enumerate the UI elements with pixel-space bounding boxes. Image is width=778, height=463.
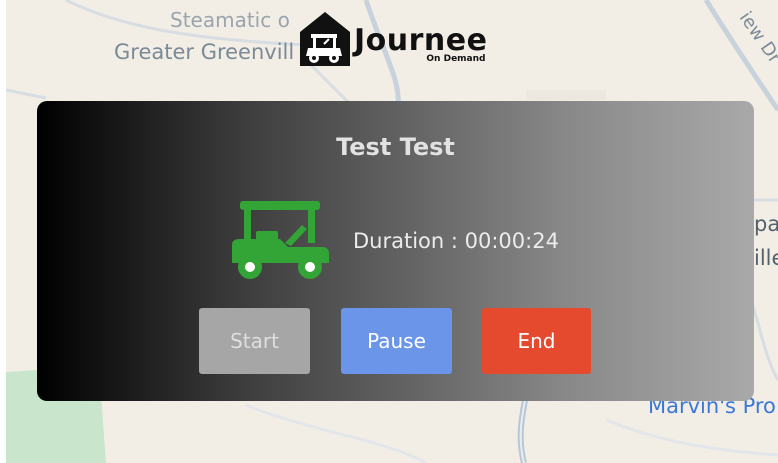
map-label: Steamatic o <box>170 8 290 32</box>
trip-duration: Duration : 00:00:24 <box>353 229 559 253</box>
app-logo: Journee On Demand <box>300 12 487 72</box>
trip-card: Test Test Duration : 00:00:24 Start Paus… <box>37 101 754 401</box>
logo-text: Journee <box>354 23 488 58</box>
map-label: Greater Greenvill <box>114 40 295 64</box>
rider-name: Test Test <box>336 133 455 161</box>
map-label: ille <box>754 246 778 270</box>
logo-subtext: On Demand <box>426 54 486 64</box>
end-button[interactable]: End <box>482 308 591 374</box>
logo-cart-icon <box>300 12 350 66</box>
start-button[interactable]: Start <box>199 308 310 374</box>
pause-button[interactable]: Pause <box>341 308 452 374</box>
map-label: pa <box>754 212 778 236</box>
golf-cart-icon <box>230 201 330 281</box>
